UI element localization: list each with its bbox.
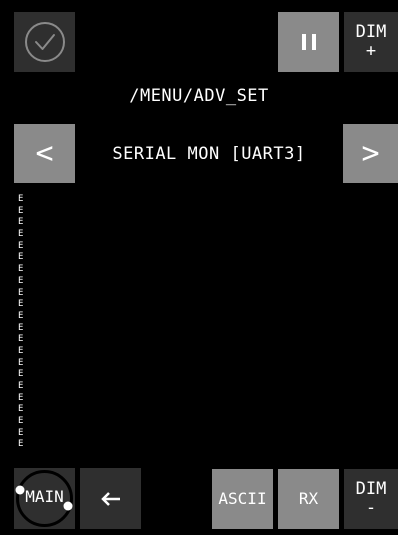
dim-minus-sign: -	[365, 498, 377, 518]
chevron-left-icon: <	[35, 136, 54, 171]
arrow-left-icon	[100, 491, 120, 506]
dim-minus-label: DIM	[355, 479, 387, 500]
ascii-label: ASCII	[218, 489, 267, 509]
back-button[interactable]	[80, 468, 141, 529]
log-line: E	[18, 322, 24, 333]
main-label: MAIN	[25, 487, 64, 506]
check-circle-icon	[24, 22, 65, 62]
log-line: E	[18, 439, 24, 450]
log-line: E	[18, 345, 24, 356]
chevron-right-icon: >	[361, 136, 380, 171]
log-line: E	[18, 275, 24, 286]
log-line: E	[18, 217, 24, 228]
pause-icon	[301, 34, 316, 50]
next-button[interactable]: >	[343, 124, 398, 183]
log-line: E	[18, 369, 24, 380]
log-line: E	[18, 240, 24, 251]
log-line: E	[18, 264, 24, 275]
dim-plus-label: DIM	[355, 22, 387, 43]
ascii-button[interactable]: ASCII	[212, 469, 273, 529]
log-line: E	[18, 229, 24, 240]
log-line: E	[18, 252, 24, 263]
page-title: SERIAL MON [UART3]	[112, 144, 306, 164]
log-line: E	[18, 205, 24, 216]
prev-button[interactable]: <	[14, 124, 75, 183]
log-line: E	[18, 427, 24, 438]
serial-log: EEEEEEEEEEEEEEEEEEEEEE	[18, 194, 378, 456]
main-button[interactable]: MAIN	[14, 468, 75, 529]
dim-plus-sign: +	[365, 41, 377, 61]
log-line: E	[18, 381, 24, 391]
pause-button[interactable]	[278, 12, 339, 72]
log-line: E	[18, 416, 24, 427]
log-line: E	[18, 194, 24, 204]
dim-minus-button[interactable]: DIM -	[344, 469, 398, 529]
log-line: E	[18, 334, 24, 345]
log-line: E	[18, 357, 24, 368]
log-line: E	[18, 404, 24, 415]
log-line: E	[18, 310, 24, 321]
log-line: E	[18, 287, 24, 298]
dim-plus-button[interactable]: DIM +	[344, 12, 398, 72]
log-line: E	[18, 299, 24, 310]
rx-button[interactable]: RX	[278, 469, 339, 529]
log-line: E	[18, 392, 24, 403]
rx-label: RX	[298, 489, 319, 509]
confirm-button[interactable]	[14, 12, 75, 72]
menu-path: /MENU/ADV_SET	[129, 86, 269, 106]
